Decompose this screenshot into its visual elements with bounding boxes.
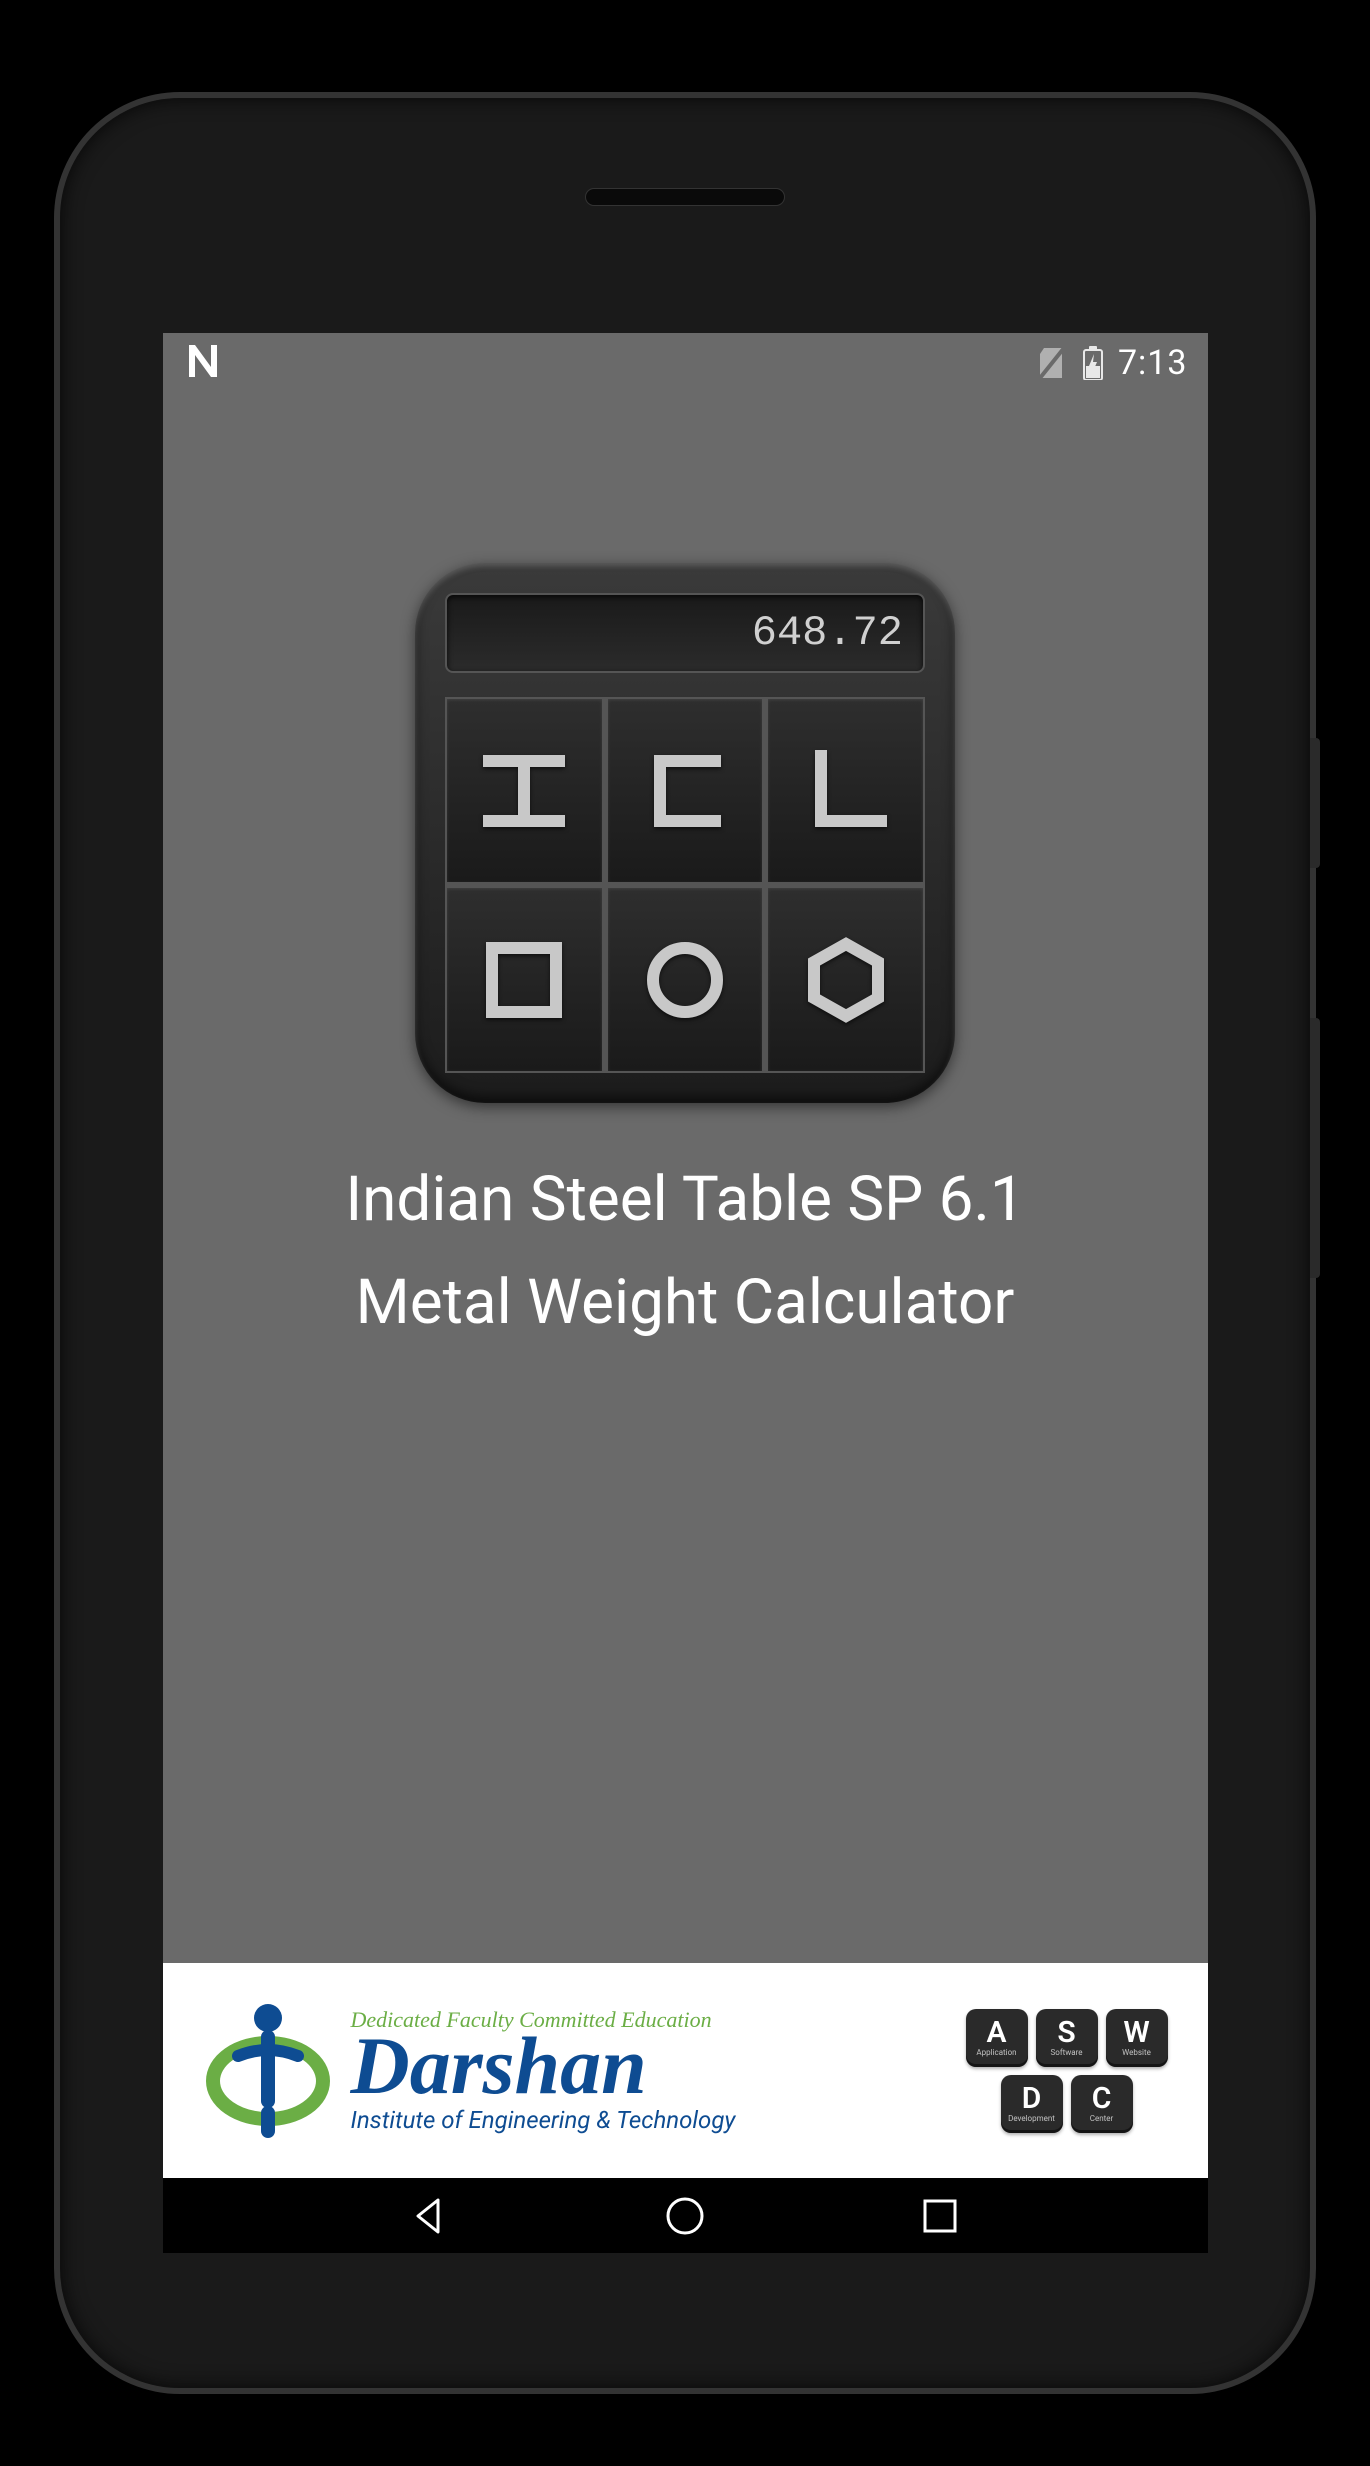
calculator-display: 648.72 — [445, 593, 925, 673]
android-n-icon — [183, 341, 223, 381]
i-beam-icon — [447, 699, 602, 882]
key-a: AApplication — [966, 2009, 1028, 2067]
channel-icon — [608, 699, 763, 882]
phone-speaker — [585, 188, 785, 206]
darshan-mark-icon — [203, 1996, 333, 2146]
darshan-text-block: Dedicated Faculty Committed Education Da… — [351, 2007, 736, 2135]
darshan-name: Darshan — [351, 2029, 736, 2103]
power-button — [1310, 738, 1320, 868]
square-tube-icon — [447, 888, 602, 1071]
key-d: DDevelopment — [1001, 2075, 1063, 2133]
phone-body: 7:13 648.72 — [60, 98, 1310, 2388]
recents-button[interactable] — [915, 2191, 965, 2241]
status-time: 7:13 — [1118, 343, 1188, 383]
key-s: SSoftware — [1036, 2009, 1098, 2067]
status-bar: 7:13 — [163, 333, 1208, 393]
app-splash-content: 648.72 — [163, 393, 1208, 2253]
app-title-line-2: Metal Weight Calculator — [356, 1266, 1015, 1339]
darshan-logo: Dedicated Faculty Committed Education Da… — [203, 1996, 736, 2146]
darshan-subtitle: Institute of Engineering & Technology — [351, 2106, 736, 2134]
back-button[interactable] — [405, 2191, 455, 2241]
phone-mockup-frame: 7:13 648.72 — [0, 20, 1370, 2466]
footer-banner: Dedicated Faculty Committed Education Da… — [163, 1963, 1208, 2178]
angle-icon — [768, 699, 923, 882]
circle-tube-icon — [608, 888, 763, 1071]
home-button[interactable] — [660, 2191, 710, 2241]
android-nav-bar — [163, 2178, 1208, 2253]
key-c: CCenter — [1071, 2075, 1133, 2133]
status-left — [183, 341, 223, 385]
calculator-grid — [445, 697, 925, 1073]
app-title-line-1: Indian Steel Table SP 6.1 — [345, 1163, 1024, 1236]
battery-charging-icon — [1082, 346, 1104, 380]
key-w: WWebsite — [1106, 2009, 1168, 2067]
aswdc-logo: AApplication SSoftware WWebsite DDevelop… — [966, 2009, 1168, 2133]
hexagon-icon — [768, 888, 923, 1071]
no-sim-icon — [1038, 346, 1068, 380]
status-right: 7:13 — [1038, 343, 1188, 383]
phone-screen: 7:13 648.72 — [163, 333, 1208, 2253]
app-icon: 648.72 — [415, 563, 955, 1103]
volume-button — [1310, 1018, 1320, 1278]
